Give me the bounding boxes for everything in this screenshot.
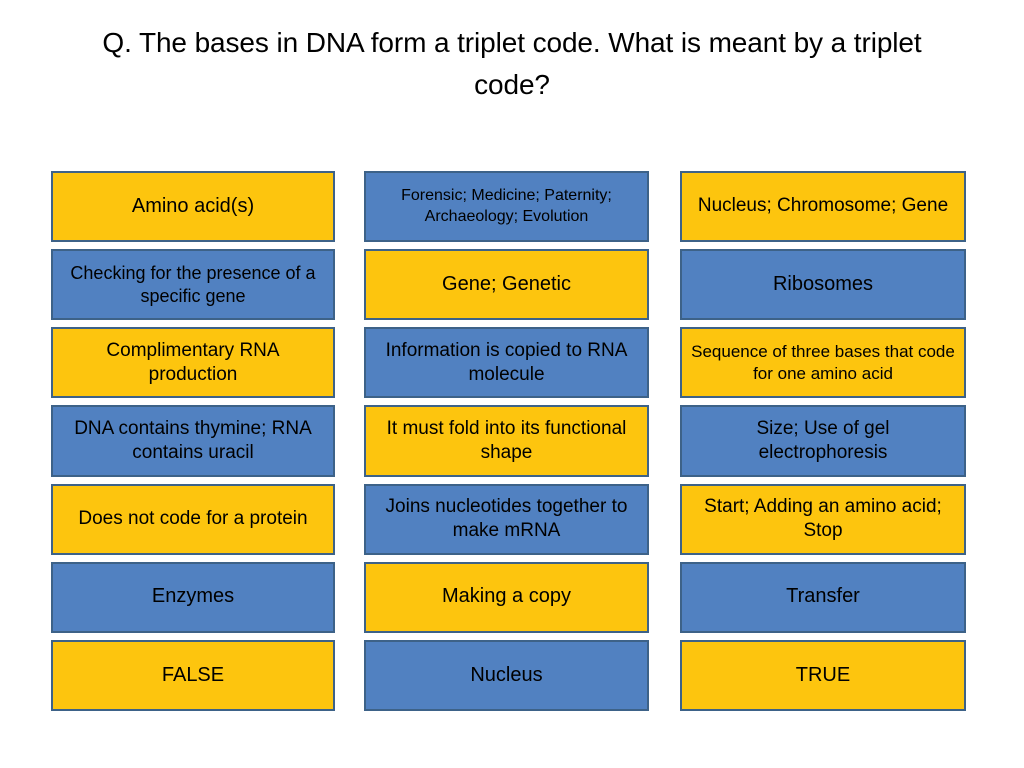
- answer-card-grid: Amino acid(s) Checking for the presence o…: [0, 171, 1024, 711]
- answer-card-label: Transfer: [786, 585, 860, 608]
- answer-card[interactable]: It must fold into its functional shape: [364, 405, 649, 477]
- answer-card[interactable]: Nucleus: [364, 639, 649, 711]
- answer-card[interactable]: Nucleus; Chromosome; Gene: [680, 171, 966, 243]
- page-title: Q. The bases in DNA form a triplet code.…: [102, 27, 922, 100]
- answer-card[interactable]: Information is copied to RNA molecule: [364, 327, 649, 399]
- answer-card[interactable]: Start; Adding an amino acid; Stop: [680, 483, 966, 555]
- answer-card-label: Information is copied to RNA molecule: [385, 339, 628, 385]
- answer-card-label: It must fold into its functional shape: [386, 417, 627, 463]
- answer-card[interactable]: DNA contains thymine; RNA contains uraci…: [51, 405, 335, 477]
- column-2: Forensic; Medicine; Paternity; Archaeolo…: [364, 171, 649, 711]
- answer-card-label: Ribosomes: [772, 272, 874, 295]
- answer-card-label: Size; Use of gel electrophoresis: [756, 417, 890, 463]
- answer-card-label: Amino acid(s): [131, 194, 255, 217]
- answer-card[interactable]: Does not code for a protein: [51, 483, 335, 555]
- answer-card[interactable]: Transfer: [680, 561, 966, 633]
- answer-card[interactable]: Size; Use of gel electrophoresis: [680, 405, 966, 477]
- slide-canvas: Q. The bases in DNA form a triplet code.…: [0, 0, 1024, 768]
- title-block: Q. The bases in DNA form a triplet code.…: [92, 22, 932, 106]
- answer-card[interactable]: Enzymes: [51, 561, 335, 633]
- answer-card-label: FALSE: [161, 663, 225, 686]
- answer-card-label: Checking for the presence of a specific …: [70, 262, 316, 306]
- answer-card-label: TRUE: [795, 663, 851, 686]
- answer-card-label: Making a copy: [442, 585, 571, 608]
- answer-card-label: Complimentary RNA production: [106, 339, 280, 385]
- answer-card-label: Nucleus: [470, 663, 543, 686]
- answer-card-label: Enzymes: [151, 585, 235, 608]
- answer-card[interactable]: Ribosomes: [680, 249, 966, 321]
- answer-card-label: Joins nucleotides together to make mRNA: [385, 495, 628, 542]
- answer-card[interactable]: TRUE: [680, 639, 966, 711]
- answer-card[interactable]: Joins nucleotides together to make mRNA: [364, 483, 649, 555]
- answer-card[interactable]: Gene; Genetic: [364, 249, 649, 321]
- answer-card-label: Start; Adding an amino acid; Stop: [704, 495, 942, 542]
- answer-card[interactable]: Sequence of three bases that code for on…: [680, 327, 966, 399]
- answer-card[interactable]: Checking for the presence of a specific …: [51, 249, 335, 321]
- answer-card[interactable]: FALSE: [51, 639, 335, 711]
- answer-card[interactable]: Amino acid(s): [51, 171, 335, 243]
- answer-card-label: Nucleus; Chromosome; Gene: [697, 195, 949, 217]
- answer-card-label: Does not code for a protein: [78, 507, 308, 529]
- answer-card-label: Forensic; Medicine; Paternity; Archaeolo…: [401, 187, 612, 225]
- answer-card[interactable]: Forensic; Medicine; Paternity; Archaeolo…: [364, 171, 649, 243]
- answer-card-label: DNA contains thymine; RNA contains uraci…: [74, 417, 312, 463]
- answer-card[interactable]: Complimentary RNA production: [51, 327, 335, 399]
- answer-card-label: Sequence of three bases that code for on…: [691, 342, 955, 383]
- column-1: Amino acid(s) Checking for the presence o…: [51, 171, 335, 711]
- answer-card[interactable]: Making a copy: [364, 561, 649, 633]
- column-3: Nucleus; Chromosome; Gene Ribosomes Sequen…: [680, 171, 966, 711]
- answer-card-label: Gene; Genetic: [442, 272, 571, 295]
